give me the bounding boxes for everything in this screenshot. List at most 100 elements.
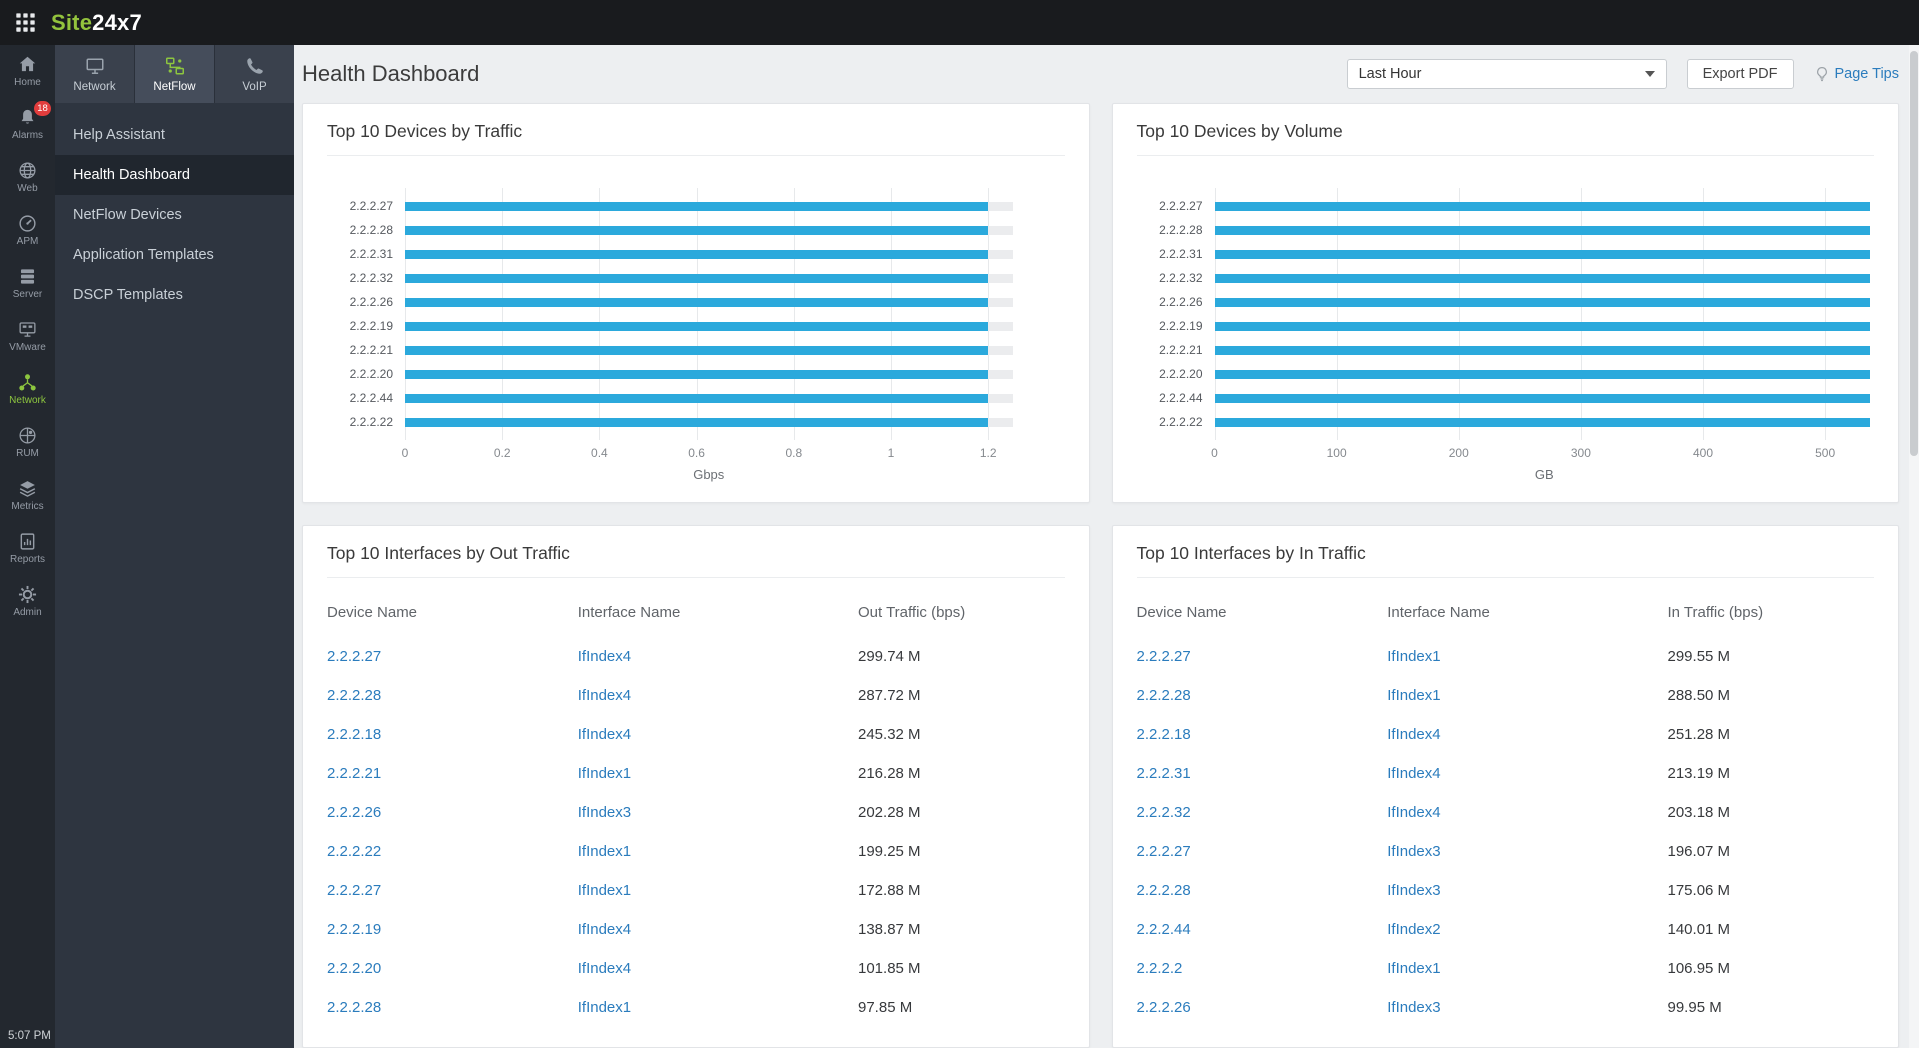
lightbulb-icon	[1814, 66, 1830, 82]
device-link[interactable]: 2.2.2.32	[1137, 804, 1191, 821]
device-link[interactable]: 2.2.2.26	[327, 804, 381, 821]
interface-link[interactable]: IfIndex4	[1387, 765, 1440, 782]
device-link[interactable]: 2.2.2.26	[1137, 999, 1191, 1016]
table-row: 2.2.2.27IfIndex3196.07 M	[1137, 832, 1875, 871]
device-link[interactable]: 2.2.2.18	[327, 726, 381, 743]
page-tips-label: Page Tips	[1835, 66, 1900, 82]
bar[interactable]	[405, 202, 988, 211]
traffic-value: 199.25 M	[858, 843, 1065, 860]
device-link[interactable]: 2.2.2.2	[1137, 960, 1183, 977]
device-link[interactable]: 2.2.2.28	[327, 687, 381, 704]
device-link[interactable]: 2.2.2.19	[327, 921, 381, 938]
menu-item-application-templates[interactable]: Application Templates	[55, 235, 294, 275]
interface-link[interactable]: IfIndex4	[578, 648, 631, 665]
table-row: 2.2.2.21IfIndex1216.28 M	[327, 754, 1065, 793]
device-link[interactable]: 2.2.2.28	[1137, 882, 1191, 899]
menu-item-netflow-devices[interactable]: NetFlow Devices	[55, 195, 294, 235]
interface-link[interactable]: IfIndex4	[578, 687, 631, 704]
bar[interactable]	[1215, 298, 1871, 307]
menu-item-dscp-templates[interactable]: DSCP Templates	[55, 275, 294, 315]
interface-link[interactable]: IfIndex1	[1387, 687, 1440, 704]
sidebar-item-apm[interactable]: APM	[0, 204, 55, 257]
bar-track	[1215, 322, 1875, 331]
tab-netflow[interactable]: NetFlow	[135, 45, 215, 103]
sidebar-item-metrics[interactable]: Metrics	[0, 469, 55, 522]
sidebar-item-home[interactable]: Home	[0, 45, 55, 98]
page-tips-link[interactable]: Page Tips	[1814, 66, 1900, 82]
bar[interactable]	[405, 346, 988, 355]
interface-link[interactable]: IfIndex4	[1387, 804, 1440, 821]
menu-item-health-dashboard[interactable]: Health Dashboard	[55, 155, 294, 195]
bar[interactable]	[405, 274, 988, 283]
device-link[interactable]: 2.2.2.28	[1137, 687, 1191, 704]
device-link[interactable]: 2.2.2.18	[1137, 726, 1191, 743]
sidebar-item-network[interactable]: Network	[0, 363, 55, 416]
bar-track	[1215, 394, 1875, 403]
bar-row: 2.2.2.32	[327, 266, 1013, 290]
interface-link[interactable]: IfIndex3	[1387, 843, 1440, 860]
interface-link[interactable]: IfIndex4	[578, 726, 631, 743]
sidebar-item-reports[interactable]: Reports	[0, 522, 55, 575]
tab-voip[interactable]: VoIP	[215, 45, 294, 103]
bar[interactable]	[405, 250, 988, 259]
device-link[interactable]: 2.2.2.44	[1137, 921, 1191, 938]
category-label: 2.2.2.44	[1137, 391, 1215, 405]
device-link[interactable]: 2.2.2.27	[1137, 648, 1191, 665]
sidebar-item-rum[interactable]: RUM	[0, 416, 55, 469]
device-link[interactable]: 2.2.2.27	[327, 882, 381, 899]
bar-track	[1215, 418, 1875, 427]
interface-link[interactable]: IfIndex3	[1387, 882, 1440, 899]
bar[interactable]	[1215, 394, 1871, 403]
table-row: 2.2.2.28IfIndex197.85 M	[327, 988, 1065, 1027]
bar[interactable]	[1215, 202, 1871, 211]
vertical-scrollbar[interactable]	[1909, 45, 1919, 1048]
bar[interactable]	[1215, 250, 1871, 259]
interface-link[interactable]: IfIndex1	[1387, 960, 1440, 977]
menu-item-help-assistant[interactable]: Help Assistant	[55, 115, 294, 155]
device-link[interactable]: 2.2.2.27	[1137, 843, 1191, 860]
interface-link[interactable]: IfIndex4	[578, 921, 631, 938]
interface-link[interactable]: IfIndex1	[578, 843, 631, 860]
bar[interactable]	[405, 226, 988, 235]
bar[interactable]	[1215, 370, 1871, 379]
site24x7-logo[interactable]: Site24x7	[51, 10, 142, 36]
tab-network[interactable]: Network	[55, 45, 135, 103]
bar[interactable]	[405, 418, 988, 427]
bar[interactable]	[1215, 322, 1871, 331]
sidebar-item-web[interactable]: Web	[0, 151, 55, 204]
traffic-value: 138.87 M	[858, 921, 1065, 938]
apps-grid-icon[interactable]	[15, 12, 36, 33]
device-link[interactable]: 2.2.2.31	[1137, 765, 1191, 782]
interface-link[interactable]: IfIndex3	[1387, 999, 1440, 1016]
device-link[interactable]: 2.2.2.21	[327, 765, 381, 782]
interface-link[interactable]: IfIndex1	[578, 765, 631, 782]
interface-link[interactable]: IfIndex1	[578, 882, 631, 899]
category-label: 2.2.2.32	[1137, 271, 1215, 285]
bar[interactable]	[405, 298, 988, 307]
bar[interactable]	[405, 370, 988, 379]
device-link[interactable]: 2.2.2.20	[327, 960, 381, 977]
interface-link[interactable]: IfIndex4	[578, 960, 631, 977]
bar[interactable]	[405, 394, 988, 403]
export-pdf-button[interactable]: Export PDF	[1687, 59, 1794, 89]
sidebar-item-admin[interactable]: Admin	[0, 575, 55, 628]
bar[interactable]	[1215, 418, 1871, 427]
bar[interactable]	[1215, 274, 1871, 283]
bar[interactable]	[405, 322, 988, 331]
time-range-select[interactable]: Last Hour	[1347, 59, 1667, 89]
device-link[interactable]: 2.2.2.28	[327, 999, 381, 1016]
sidebar-item-alarms[interactable]: Alarms18	[0, 98, 55, 151]
device-link[interactable]: 2.2.2.22	[327, 843, 381, 860]
scrollbar-thumb[interactable]	[1910, 51, 1918, 456]
bar[interactable]	[1215, 226, 1871, 235]
x-axis: 0100200300400500	[1215, 442, 1875, 464]
sidebar-item-server[interactable]: Server	[0, 257, 55, 310]
interface-link[interactable]: IfIndex3	[578, 804, 631, 821]
sidebar-item-vmware[interactable]: VMware	[0, 310, 55, 363]
interface-link[interactable]: IfIndex4	[1387, 726, 1440, 743]
bar[interactable]	[1215, 346, 1871, 355]
interface-link[interactable]: IfIndex1	[578, 999, 631, 1016]
device-link[interactable]: 2.2.2.27	[327, 648, 381, 665]
interface-link[interactable]: IfIndex2	[1387, 921, 1440, 938]
interface-link[interactable]: IfIndex1	[1387, 648, 1440, 665]
